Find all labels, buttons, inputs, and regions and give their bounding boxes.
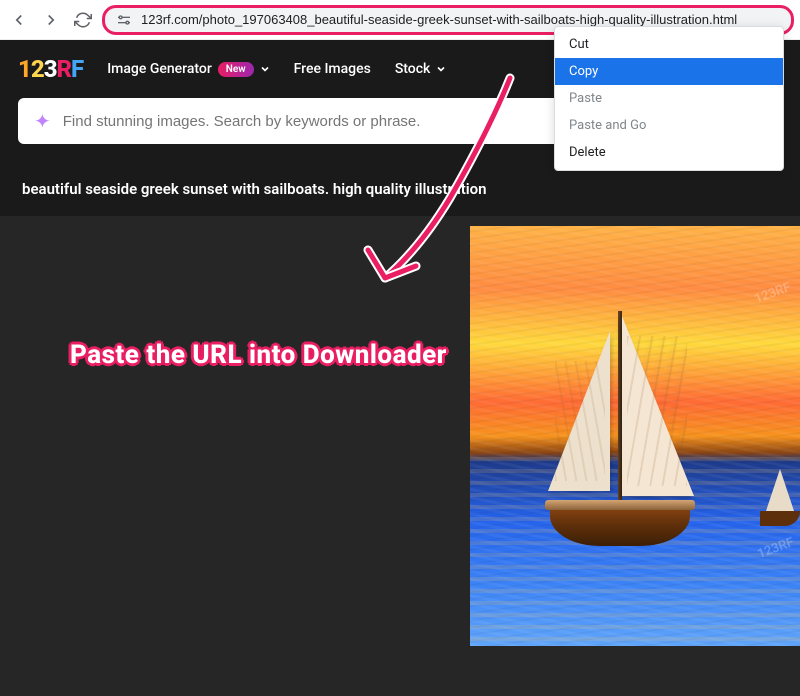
new-badge: New: [218, 62, 254, 77]
arrow-left-icon: [10, 11, 28, 29]
chevron-down-icon: [436, 64, 446, 74]
context-cut[interactable]: Cut: [555, 31, 783, 58]
context-paste-and-go[interactable]: Paste and Go: [555, 112, 783, 139]
back-button[interactable]: [6, 7, 32, 33]
context-paste[interactable]: Paste: [555, 85, 783, 112]
nav-label: Stock: [395, 61, 431, 77]
chevron-down-icon: [260, 64, 270, 74]
logo-char-3: 3: [44, 55, 57, 83]
content-area: 123RF 123RF: [0, 216, 800, 696]
context-copy[interactable]: Copy: [555, 58, 783, 85]
reload-icon: [74, 11, 92, 29]
logo-char-r: R: [57, 55, 72, 83]
context-delete[interactable]: Delete: [555, 139, 783, 166]
nav-label: Free Images: [294, 61, 371, 77]
nav-label: Image Generator: [107, 61, 212, 77]
sparkle-icon: ✦: [34, 109, 51, 133]
logo-char-f: F: [71, 55, 83, 83]
logo-char-2: 2: [31, 55, 44, 83]
nav-image-generator[interactable]: Image Generator New: [107, 61, 269, 77]
sailboat-painting: 123RF 123RF: [470, 226, 800, 646]
image-preview[interactable]: 123RF 123RF: [470, 216, 800, 696]
logo[interactable]: 1 2 3 R F: [18, 55, 83, 83]
site-settings-icon[interactable]: [115, 11, 133, 29]
content-left: [0, 216, 470, 696]
reload-button[interactable]: [70, 7, 96, 33]
context-menu: Cut Copy Paste Paste and Go Delete: [554, 26, 784, 171]
nav-free-images[interactable]: Free Images: [294, 61, 371, 77]
arrow-right-icon: [42, 11, 60, 29]
instruction-text: Paste the URL into Downloader: [70, 340, 447, 370]
nav-stock[interactable]: Stock: [395, 61, 447, 77]
forward-button[interactable]: [38, 7, 64, 33]
url-text[interactable]: 123rf.com/photo_197063408_beautiful-seas…: [141, 12, 781, 27]
logo-char-1: 1: [18, 55, 31, 83]
